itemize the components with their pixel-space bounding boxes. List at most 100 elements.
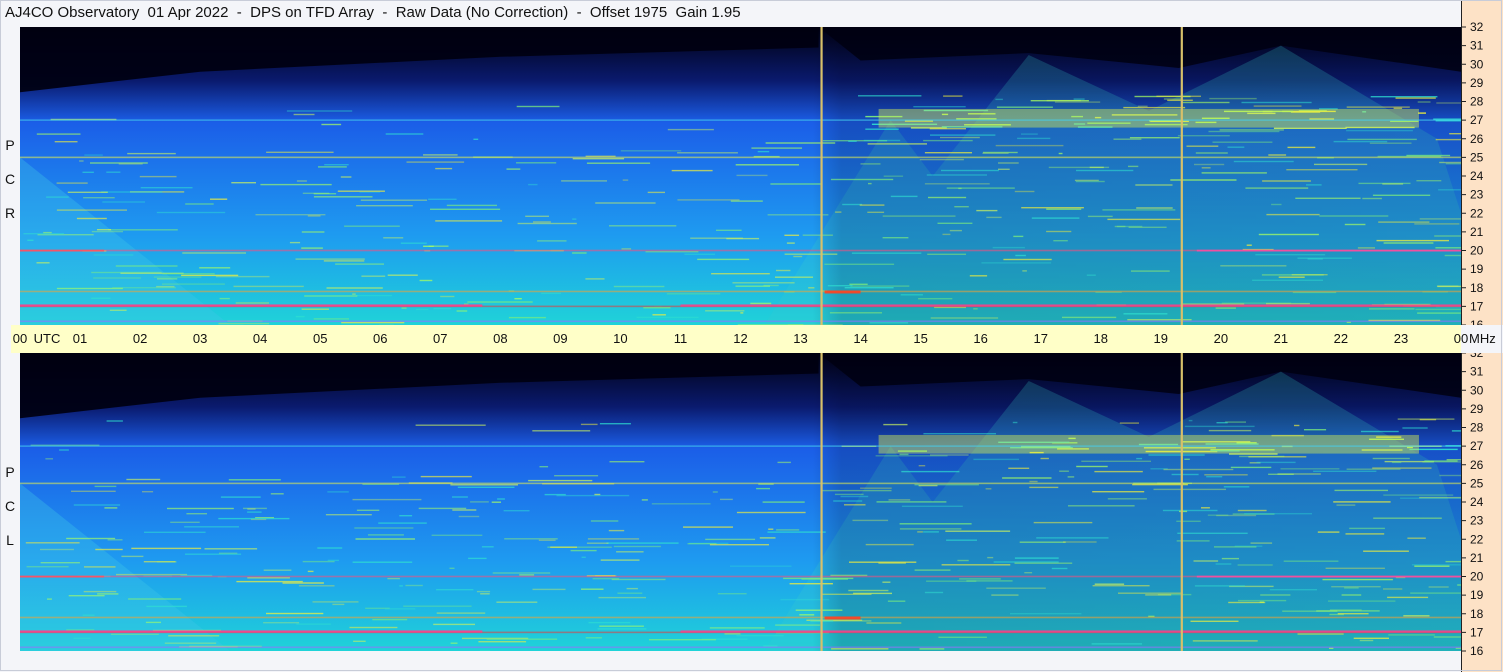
signal-speck	[289, 241, 301, 244]
signal-speck	[497, 498, 505, 500]
signal-speck	[1273, 127, 1347, 129]
signal-speck	[1167, 99, 1193, 101]
signal-speck	[1258, 233, 1319, 236]
signal-speck	[1201, 167, 1211, 169]
utc-tick-label: 00	[1453, 331, 1469, 346]
signal-speck	[1119, 422, 1139, 424]
signal-speck	[128, 598, 182, 600]
signal-speck	[887, 600, 906, 602]
lcp-frequency-axis: 16 17 18 19 20 21 22 23 24 25 26 27 28 29 30 31 32	[1461, 353, 1503, 672]
signal-speck	[609, 225, 677, 227]
signal-speck	[405, 584, 423, 587]
signal-speck	[1233, 160, 1294, 163]
signal-speck	[45, 458, 53, 460]
signal-speck	[539, 466, 549, 468]
signal-speck	[1013, 235, 1024, 238]
signal-speck	[1435, 247, 1461, 249]
signal-speck	[97, 593, 119, 595]
signal-speck	[480, 593, 490, 595]
signal-speck	[959, 578, 1001, 580]
signal-speck	[1220, 265, 1287, 267]
signal-speck	[1418, 112, 1426, 114]
lcp-panel-label: P C L	[0, 455, 20, 557]
signal-speck	[544, 493, 566, 496]
signal-speck	[840, 495, 869, 498]
signal-speck	[868, 182, 872, 185]
signal-speck	[720, 498, 733, 501]
signal-speck	[1003, 258, 1052, 261]
signal-speck	[923, 139, 973, 142]
signal-speck	[516, 105, 560, 108]
utc-unit-label: UTC	[33, 331, 61, 346]
signal-speck	[1184, 458, 1190, 460]
signal-speck	[106, 171, 121, 173]
signal-speck	[923, 531, 939, 533]
signal-speck	[1414, 223, 1460, 225]
frequency-tick-label: 18	[1470, 281, 1484, 295]
signal-speck	[927, 253, 966, 255]
interference-band	[20, 304, 483, 307]
interference-band	[20, 445, 1461, 447]
signal-speck	[403, 605, 472, 607]
interference-band	[20, 119, 1461, 121]
signal-speck	[210, 198, 228, 200]
frequency-tick-label: 29	[1470, 402, 1484, 416]
signal-speck	[1030, 100, 1089, 102]
signal-speck	[924, 183, 990, 185]
signal-speck	[1073, 98, 1085, 100]
signal-speck	[1145, 594, 1172, 596]
signal-speck	[860, 163, 881, 165]
signal-speck	[981, 262, 1052, 264]
signal-speck	[1331, 586, 1381, 588]
signal-speck	[613, 545, 661, 548]
signal-speck	[1062, 316, 1117, 319]
frequency-tick-label: 21	[1470, 225, 1484, 239]
signal-speck	[82, 171, 94, 173]
signal-speck	[67, 191, 108, 193]
utc-tick-label: 04	[252, 331, 268, 346]
signal-speck	[335, 263, 384, 265]
signal-speck	[556, 494, 630, 497]
signal-speck	[775, 276, 813, 278]
interference-band	[20, 249, 105, 252]
signal-speck	[942, 233, 951, 236]
signal-speck	[1010, 613, 1082, 615]
signal-speck	[1094, 470, 1143, 473]
frequency-tick-label: 21	[1470, 551, 1484, 565]
signal-speck	[1204, 474, 1248, 476]
signal-speck	[199, 267, 231, 269]
signal-speck	[1428, 586, 1449, 588]
signal-speck	[833, 500, 863, 502]
signal-speck	[1297, 633, 1344, 635]
signal-speck	[793, 255, 803, 258]
signal-speck	[247, 508, 256, 510]
signal-speck	[1295, 197, 1361, 199]
signal-speck	[599, 625, 644, 627]
frequency-tick-label: 17	[1470, 625, 1484, 639]
signal-speck	[1250, 542, 1273, 544]
signal-speck	[1416, 180, 1442, 182]
signal-speck	[852, 519, 889, 522]
signal-speck	[304, 295, 358, 297]
signal-speck	[1436, 102, 1461, 104]
signal-speck	[436, 589, 474, 591]
signal-speck	[83, 590, 117, 593]
signal-speck	[307, 570, 314, 573]
signal-speck	[121, 555, 144, 558]
frequency-tick-label: 28	[1470, 421, 1484, 435]
signal-speck	[995, 98, 1003, 101]
signal-speck	[941, 169, 999, 172]
signal-speck	[43, 231, 52, 234]
signal-speck	[554, 475, 599, 477]
signal-speck	[1387, 596, 1429, 599]
signal-speck	[671, 169, 713, 172]
signal-speck	[995, 144, 1064, 147]
signal-speck	[1113, 138, 1142, 140]
signal-speck	[1314, 163, 1368, 166]
signal-speck	[1179, 510, 1188, 513]
signal-speck	[503, 510, 530, 512]
signal-speck	[732, 282, 795, 284]
signal-speck	[479, 650, 491, 651]
signal-speck	[184, 526, 239, 528]
signal-speck	[1051, 567, 1068, 570]
